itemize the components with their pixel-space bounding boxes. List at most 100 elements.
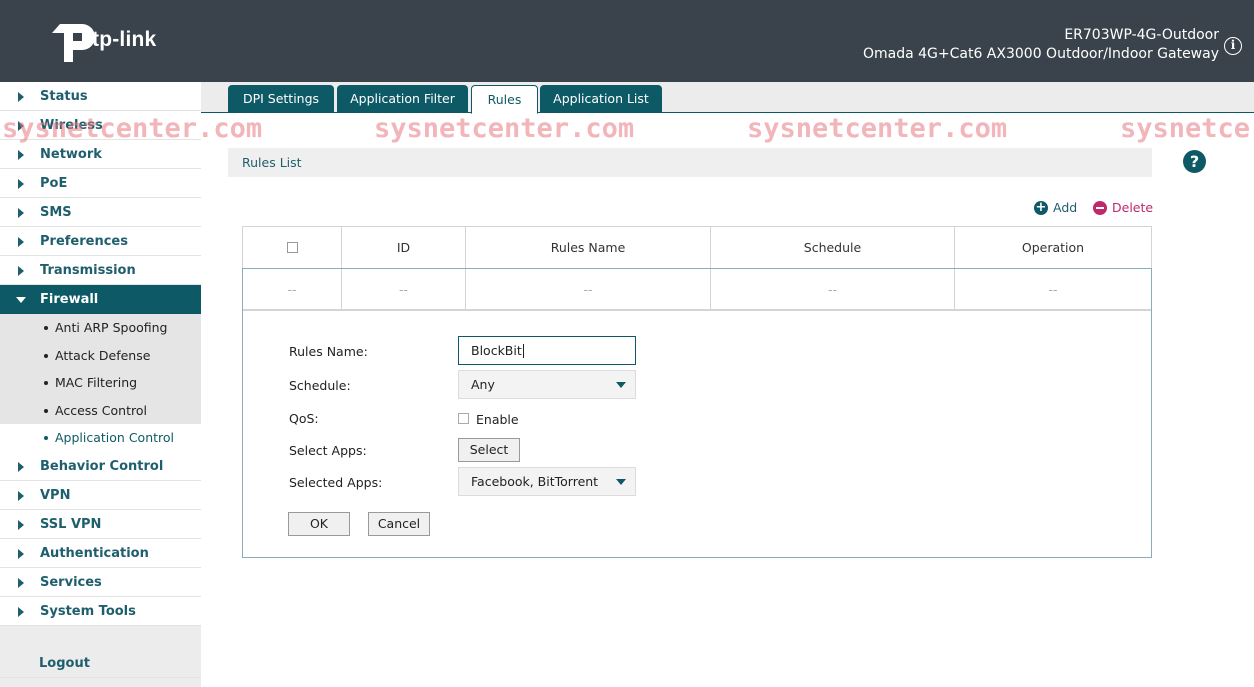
dropdown-arrow-icon [616, 382, 626, 388]
sidebar-item-label: VPN [40, 487, 71, 503]
device-model-name: ER703WP-4G-Outdoor [1064, 27, 1219, 43]
select-all-checkbox[interactable] [286, 242, 298, 253]
qos-enable-label: Enable [476, 412, 519, 427]
chevron-right-icon [18, 548, 24, 559]
tab-dpi-settings[interactable]: DPI Settings [228, 85, 334, 113]
sidebar-item-authentication[interactable]: Authentication [0, 539, 201, 568]
qos-label: QoS: [289, 411, 319, 426]
bullet-icon [44, 381, 48, 385]
chevron-right-icon [18, 519, 24, 530]
cancel-button[interactable]: Cancel [368, 512, 430, 536]
device-model-description: Omada 4G+Cat6 AX3000 Outdoor/Indoor Gate… [862, 46, 1219, 62]
chevron-right-icon [18, 121, 24, 131]
help-icon[interactable]: ? [1183, 150, 1206, 173]
submenu-item-anti-arp-spoofing[interactable]: Anti ARP Spoofing [0, 314, 201, 342]
sidebar-item-label: System Tools [40, 603, 136, 619]
chevron-down-icon [16, 297, 26, 303]
firewall-submenu: Anti ARP Spoofing Attack Defense MAC Fil… [0, 314, 201, 452]
chevron-right-icon [18, 179, 24, 189]
sidebar-item-label: SMS [40, 205, 72, 220]
sidebar-item-sms[interactable]: SMS [0, 198, 201, 227]
tab-rules[interactable]: Rules [471, 85, 538, 114]
column-header-rules-name: Rules Name [466, 227, 711, 268]
sidebar-item-preferences[interactable]: Preferences [0, 227, 201, 256]
delete-label: Delete [1112, 200, 1154, 215]
tab-application-filter[interactable]: Application Filter [337, 85, 468, 113]
sidebar-item-vpn[interactable]: VPN [0, 481, 201, 510]
sidebar-item-label: Firewall [40, 292, 99, 307]
schedule-select[interactable]: Any [458, 370, 636, 399]
bullet-icon [44, 436, 48, 440]
top-header: tp-link ER703WP-4G-Outdoor Omada 4G+Cat6… [0, 0, 1254, 82]
chevron-right-icon [18, 208, 24, 218]
sidebar-item-transmission[interactable]: Transmission [0, 256, 201, 285]
device-model: ER703WP-4G-Outdoor Omada 4G+Cat6 AX3000 … [863, 26, 1219, 64]
tab-bar: DPI Settings Application Filter Rules Ap… [201, 82, 1254, 114]
text-caret [522, 343, 524, 358]
rules-name-label: Rules Name: [289, 344, 368, 359]
sidebar-item-status[interactable]: Status [0, 82, 201, 111]
submenu-item-label: MAC Filtering [55, 375, 138, 390]
select-all-cell [243, 227, 342, 268]
chevron-right-icon [18, 461, 24, 472]
chevron-right-icon [18, 606, 24, 617]
schedule-value: Any [471, 377, 495, 392]
sidebar-item-firewall[interactable]: Firewall [0, 285, 201, 314]
selected-apps-label: Selected Apps: [289, 475, 383, 490]
section-title: Rules List [242, 155, 302, 170]
sidebar-item-label: Status [40, 89, 88, 104]
selected-apps-select[interactable]: Facebook, BitTorrent [458, 467, 636, 496]
select-apps-button[interactable]: Select [458, 438, 520, 462]
sidebar-item-behavior-control[interactable]: Behavior Control [0, 452, 201, 481]
app-root: tp-link ER703WP-4G-Outdoor Omada 4G+Cat6… [0, 0, 1254, 687]
rules-name-value: BlockBit [471, 343, 522, 358]
info-icon[interactable]: i [1224, 37, 1242, 55]
sidebar: Status Wireless Network PoE SMS Preferen… [0, 82, 201, 687]
submenu-item-access-control[interactable]: Access Control [0, 397, 201, 425]
panel-row-divider [243, 269, 1151, 310]
tab-application-list[interactable]: Application List [540, 85, 662, 113]
sidebar-item-label: PoE [40, 176, 68, 191]
column-header-schedule: Schedule [711, 227, 955, 268]
sidebar-item-services[interactable]: Services [0, 568, 201, 597]
chevron-right-icon [18, 266, 24, 276]
sidebar-item-label: Wireless [40, 118, 103, 133]
bullet-icon [44, 353, 48, 358]
submenu-item-attack-defense[interactable]: Attack Defense [0, 342, 201, 370]
section-header: Rules List [228, 148, 1152, 177]
submenu-item-label: Application Control [55, 430, 175, 445]
chevron-right-icon [18, 237, 24, 247]
table-header: ID Rules Name Schedule Operation [243, 227, 1151, 269]
submenu-item-mac-filtering[interactable]: MAC Filtering [0, 369, 201, 397]
submenu-item-label: Anti ARP Spoofing [55, 320, 168, 335]
sidebar-item-system-tools[interactable]: System Tools [0, 597, 201, 626]
chevron-right-icon [18, 577, 24, 588]
watermark-text: sysnetcenter.com [747, 113, 1008, 144]
schedule-label: Schedule: [289, 378, 351, 393]
watermark-text: sysnetcenter.com [374, 113, 635, 144]
watermark-text: sysnetce [1120, 113, 1251, 144]
rules-name-input[interactable]: BlockBit [458, 336, 636, 365]
logout-link[interactable]: Logout [0, 650, 201, 678]
sidebar-item-label: Authentication [40, 545, 149, 561]
sidebar-item-ssl-vpn[interactable]: SSL VPN [0, 510, 201, 539]
plus-circle-icon: + [1034, 200, 1048, 215]
sidebar-item-network[interactable]: Network [0, 140, 201, 169]
chevron-right-icon [18, 92, 24, 102]
ok-button[interactable]: OK [288, 512, 350, 536]
column-header-operation: Operation [1021, 240, 1085, 255]
sidebar-item-wireless[interactable]: Wireless [0, 111, 201, 140]
submenu-item-label: Attack Defense [55, 347, 151, 363]
chevron-right-icon [18, 490, 24, 501]
sidebar-item-label: Services [40, 574, 102, 590]
sidebar-item-poe[interactable]: PoE [0, 169, 201, 198]
dropdown-arrow-icon [616, 479, 626, 485]
column-header-id: ID [342, 227, 466, 268]
qos-enable-checkbox[interactable] [458, 413, 469, 424]
add-button[interactable]: + Add [1034, 200, 1077, 216]
delete-button[interactable]: Delete [1093, 200, 1153, 216]
sidebar-item-label: Network [40, 147, 102, 162]
sidebar-item-label: Behavior Control [40, 458, 164, 474]
submenu-item-application-control[interactable]: Application Control [0, 424, 201, 452]
selected-apps-value: Facebook, BitTorrent [471, 474, 599, 489]
